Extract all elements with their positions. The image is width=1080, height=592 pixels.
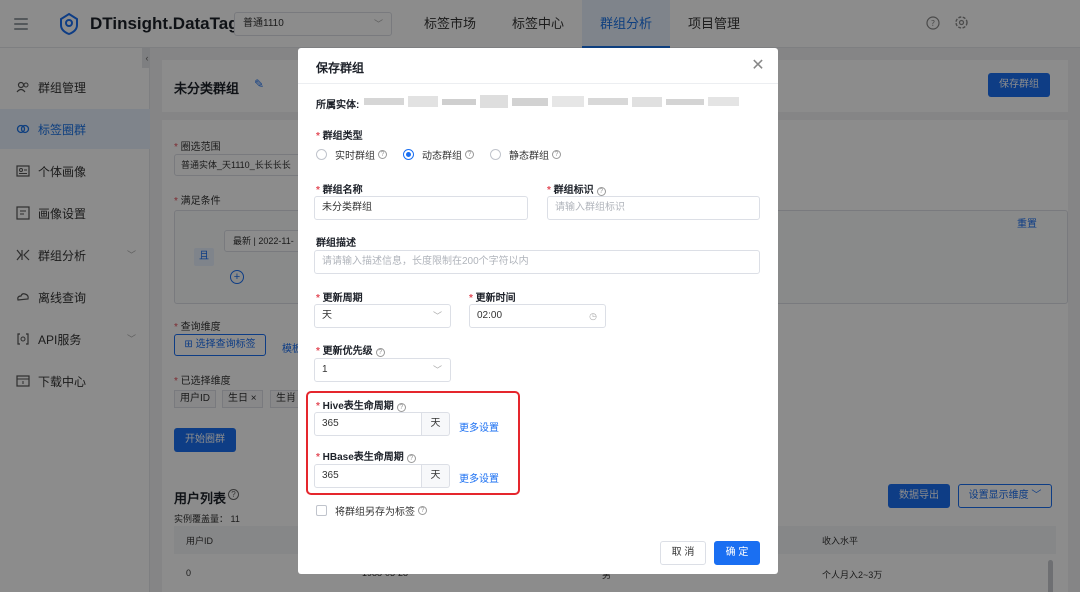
confirm-button[interactable]: 确 定 <box>714 541 760 565</box>
priority-label: 更新优先级? <box>316 342 385 357</box>
modal-header: 保存群组 ✕ <box>298 48 778 84</box>
cancel-button[interactable]: 取 消 <box>660 541 706 565</box>
group-name-input[interactable]: 未分类群组 <box>314 196 528 220</box>
group-id-input[interactable]: 请输入群组标识 <box>547 196 760 220</box>
help-icon: ? <box>375 348 385 357</box>
blurred-entity-value <box>364 95 739 108</box>
clock-icon: ◷ <box>589 311 597 321</box>
group-name-label: 群组名称 <box>316 181 363 196</box>
close-icon[interactable]: ✕ <box>748 56 768 76</box>
radio-dynamic-group[interactable]: 动态群组? <box>403 147 474 162</box>
save-group-modal: 保存群组 ✕ 所属实体: 群组类型 实时群组? 动态群组? 静态群组? 群组名称… <box>298 48 778 574</box>
help-icon: ? <box>552 150 561 159</box>
help-icon: ? <box>465 150 474 159</box>
priority-select[interactable]: 1 ﹀ <box>314 358 451 382</box>
highlight-box <box>306 391 520 495</box>
desc-label: 群组描述 <box>316 238 356 249</box>
update-time-picker[interactable]: 02:00 ◷ <box>469 304 606 328</box>
modal-title: 保存群组 <box>316 61 365 75</box>
chevron-down-icon: ﹀ <box>432 311 442 321</box>
help-icon: ? <box>378 150 387 159</box>
group-id-label: 群组标识? <box>547 181 606 196</box>
group-type-label: 群组类型 <box>316 127 363 142</box>
update-time-label: 更新时间 <box>469 289 516 304</box>
desc-textarea[interactable]: 请请输入描述信息，长度限制在200个字符以内 <box>314 250 760 274</box>
help-icon: ? <box>596 187 606 196</box>
radio-realtime-group[interactable]: 实时群组? <box>316 147 387 162</box>
group-type-radio-group: 实时群组? 动态群组? 静态群组? <box>316 147 577 162</box>
chevron-down-icon: ﹀ <box>432 365 442 375</box>
save-as-tag-checkbox[interactable]: 将群组另存为标签? <box>316 503 427 518</box>
update-cycle-label: 更新周期 <box>316 289 363 304</box>
update-cycle-select[interactable]: 天 ﹀ <box>314 304 451 328</box>
help-icon: ? <box>418 506 427 515</box>
entity-label: 所属实体: <box>316 100 360 111</box>
radio-static-group[interactable]: 静态群组? <box>490 147 561 162</box>
